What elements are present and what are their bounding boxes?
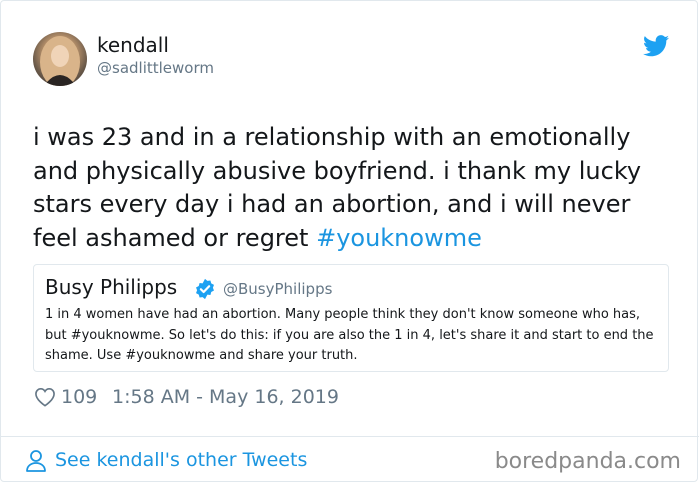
author-handle[interactable]: @sadlittleworm — [97, 59, 214, 77]
verified-badge-icon — [196, 278, 214, 300]
person-icon — [26, 450, 46, 472]
like-count[interactable]: 109 — [61, 386, 97, 408]
footer-divider — [1, 436, 699, 437]
hashtag-link[interactable]: #youknowme — [316, 224, 482, 252]
quoted-tweet-text: 1 in 4 women have had an abortion. Many … — [45, 307, 654, 363]
tweet-card: kendall @sadlittleworm i was 23 and in a… — [0, 0, 699, 482]
quoted-tweet-card[interactable]: Busy Philipps @BusyPhilipps 1 in 4 women… — [33, 264, 669, 372]
quoted-author-name[interactable]: Busy Philipps — [45, 275, 177, 299]
heart-icon[interactable] — [34, 387, 56, 407]
avatar[interactable] — [33, 32, 87, 86]
author-display-name[interactable]: kendall — [97, 33, 169, 57]
quoted-author-handle[interactable]: @BusyPhilipps — [223, 280, 332, 298]
twitter-bird-icon[interactable] — [643, 35, 669, 57]
see-other-tweets-link[interactable]: See kendall's other Tweets — [55, 449, 307, 471]
avatar-image — [40, 36, 80, 86]
tweet-timestamp[interactable]: 1:58 AM - May 16, 2019 — [112, 386, 339, 408]
boredpanda-watermark: boredpanda.com — [494, 449, 681, 474]
tweet-text: i was 23 and in a relationship with an e… — [33, 121, 673, 255]
